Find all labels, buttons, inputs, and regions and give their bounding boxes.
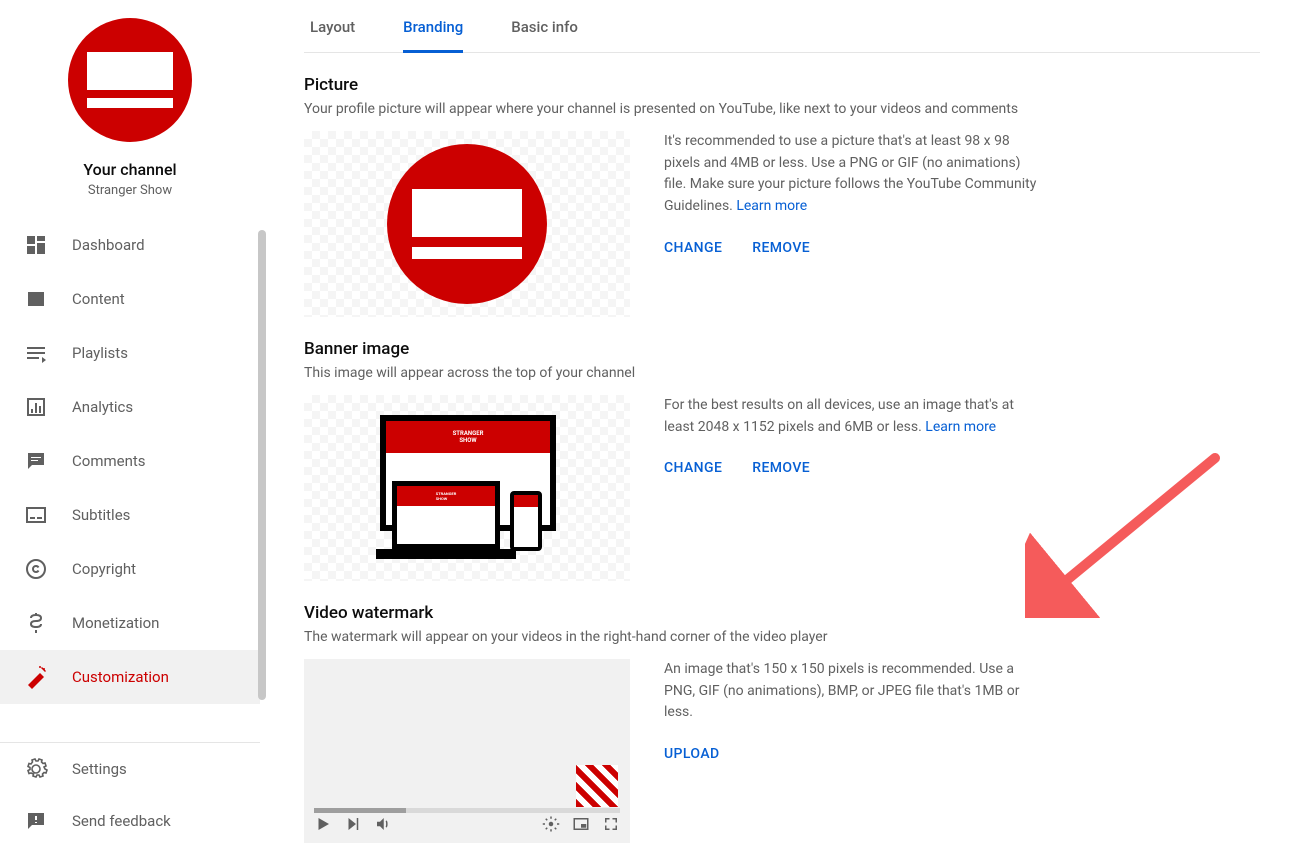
- phone-preview-icon: [510, 491, 542, 551]
- customization-icon: [24, 665, 48, 689]
- sidebar-item-label: Subtitles: [72, 506, 130, 524]
- sidebar-item-analytics[interactable]: Analytics: [0, 380, 260, 434]
- remove-button[interactable]: REMOVE: [752, 460, 810, 476]
- sidebar-item-label: Customization: [72, 668, 169, 686]
- section-banner: Banner image This image will appear acro…: [304, 317, 1260, 581]
- sidebar-item-label: Monetization: [72, 614, 159, 632]
- remove-button[interactable]: REMOVE: [752, 240, 810, 256]
- sidebar-item-label: Copyright: [72, 560, 136, 578]
- learn-more-link[interactable]: Learn more: [736, 198, 807, 214]
- sidebar-item-label: Content: [72, 290, 125, 308]
- sidebar-item-content[interactable]: Content: [0, 272, 260, 326]
- tab-basic-info[interactable]: Basic info: [511, 0, 578, 52]
- tab-branding[interactable]: Branding: [403, 0, 463, 52]
- miniplayer-icon[interactable]: [572, 815, 590, 837]
- sidebar-scrollbar[interactable]: [258, 230, 266, 700]
- play-icon[interactable]: [314, 815, 332, 837]
- sidebar-item-feedback[interactable]: Send feedback: [0, 795, 260, 847]
- change-button[interactable]: CHANGE: [664, 460, 722, 476]
- feedback-icon: [24, 809, 48, 833]
- upload-button[interactable]: UPLOAD: [664, 746, 720, 762]
- sidebar-item-label: Dashboard: [72, 236, 145, 254]
- picture-recommendation: It's recommended to use a picture that's…: [664, 131, 1044, 218]
- content-icon: [24, 287, 48, 311]
- watermark-recommendation: An image that's 150 x 150 pixels is reco…: [664, 659, 1044, 724]
- dashboard-icon: [24, 233, 48, 257]
- tab-layout[interactable]: Layout: [310, 0, 355, 52]
- playlists-icon: [24, 341, 48, 365]
- tabs: Layout Branding Basic info: [304, 0, 1260, 53]
- watermark-sample-icon: [576, 765, 618, 807]
- sidebar-item-label: Send feedback: [72, 812, 171, 830]
- sidebar-item-label: Playlists: [72, 344, 128, 362]
- sidebar-item-subtitles[interactable]: Subtitles: [0, 488, 260, 542]
- sidebar-item-settings[interactable]: Settings: [0, 743, 260, 795]
- fullscreen-icon[interactable]: [602, 815, 620, 837]
- sidebar-item-monetization[interactable]: Monetization: [0, 596, 260, 650]
- learn-more-link[interactable]: Learn more: [925, 419, 996, 435]
- change-button[interactable]: CHANGE: [664, 240, 722, 256]
- sidebar-item-label: Settings: [72, 760, 127, 778]
- channel-header: Your channel Stranger Show: [0, 10, 260, 218]
- banner-recommendation: For the best results on all devices, use…: [664, 395, 1044, 438]
- section-subtitle: The watermark will appear on your videos…: [304, 629, 1260, 645]
- channel-name: Stranger Show: [88, 183, 172, 198]
- sidebar-item-playlists[interactable]: Playlists: [0, 326, 260, 380]
- sidebar: Your channel Stranger Show Dashboard Con…: [0, 0, 260, 847]
- monetization-icon: [24, 611, 48, 635]
- subtitles-icon: [24, 503, 48, 527]
- sidebar-item-copyright[interactable]: Copyright: [0, 542, 260, 596]
- watermark-preview: [304, 659, 630, 843]
- section-watermark: Video watermark The watermark will appea…: [304, 581, 1260, 843]
- settings-icon[interactable]: [542, 815, 560, 837]
- picture-preview: [304, 131, 630, 317]
- volume-icon[interactable]: [374, 815, 392, 837]
- sidebar-item-label: Analytics: [72, 398, 133, 416]
- next-icon[interactable]: [344, 815, 362, 837]
- sidebar-item-comments[interactable]: Comments: [0, 434, 260, 488]
- section-title: Banner image: [304, 339, 1260, 359]
- banner-preview: STRANGERSHOW STRANGERSHOW: [304, 395, 630, 581]
- gear-icon: [24, 757, 48, 781]
- comments-icon: [24, 449, 48, 473]
- sidebar-item-dashboard[interactable]: Dashboard: [0, 218, 260, 272]
- sidebar-item-customization[interactable]: Customization: [0, 650, 260, 704]
- section-subtitle: This image will appear across the top of…: [304, 365, 1260, 381]
- copyright-icon: [24, 557, 48, 581]
- your-channel-label: Your channel: [83, 160, 176, 179]
- profile-picture-preview-icon: [387, 144, 547, 304]
- section-title: Picture: [304, 75, 1260, 95]
- section-subtitle: Your profile picture will appear where y…: [304, 101, 1260, 117]
- laptop-preview-icon: STRANGERSHOW: [392, 481, 500, 549]
- main-content: Layout Branding Basic info Picture Your …: [260, 0, 1290, 847]
- analytics-icon: [24, 395, 48, 419]
- channel-avatar[interactable]: [68, 18, 192, 142]
- sidebar-item-label: Comments: [72, 452, 146, 470]
- section-title: Video watermark: [304, 603, 1260, 623]
- section-picture: Picture Your profile picture will appear…: [304, 53, 1260, 317]
